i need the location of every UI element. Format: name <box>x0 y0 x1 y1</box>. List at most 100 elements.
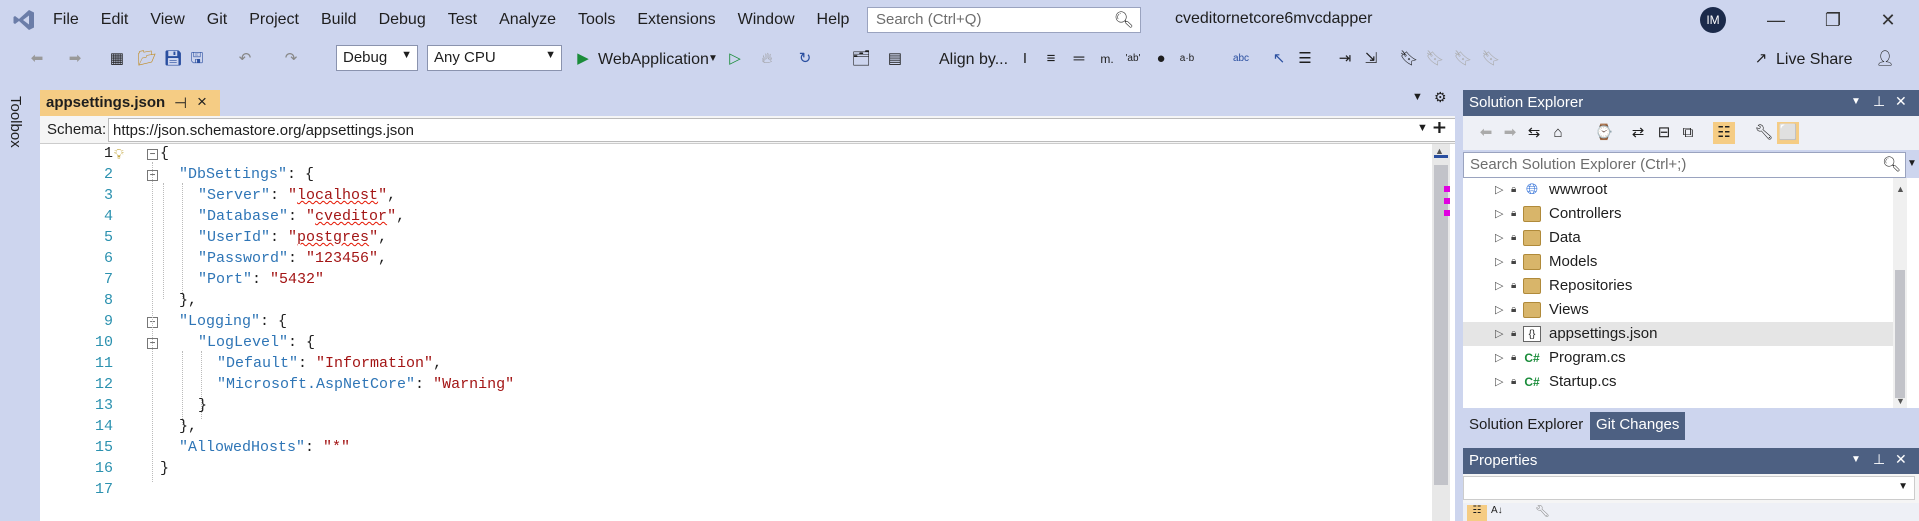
start-without-debug-icon[interactable]: ▷ <box>724 48 746 70</box>
breakpoint-icon[interactable]: ● <box>1150 48 1172 70</box>
tree-item-selected[interactable]: ▷ 🔒︎ {} appsettings.json <box>1463 322 1893 346</box>
tree-item[interactable]: ▷ 🔒︎ Views <box>1463 298 1893 322</box>
tree-scroll-thumb[interactable] <box>1895 270 1905 398</box>
pin-icon[interactable]: ⊥ <box>1873 451 1885 468</box>
expand-icon[interactable]: ▷ <box>1495 178 1503 202</box>
forward-icon[interactable]: ➡ <box>64 48 86 70</box>
menu-tools[interactable]: Tools <box>567 11 626 29</box>
undo-icon[interactable]: ↶ <box>234 48 256 70</box>
show-all-files-icon[interactable]: ⧉ <box>1677 122 1699 144</box>
string-icon[interactable]: 'ab' <box>1122 48 1144 70</box>
live-share-icon[interactable]: ↗ <box>1750 48 1772 70</box>
close-icon[interactable]: ✕ <box>1895 451 1907 468</box>
align-icon[interactable]: ≡ <box>1040 48 1062 70</box>
history-icon[interactable]: ⌚ <box>1593 122 1615 144</box>
tree-item[interactable]: ▷ 🔒︎ C# Program.cs <box>1463 346 1893 370</box>
lightbulb-icon[interactable]: 💡︎ <box>114 146 124 163</box>
categorized-icon[interactable]: ☷ <box>1467 505 1487 521</box>
collapse-all-icon[interactable]: ⊟ <box>1653 122 1675 144</box>
expand-icon[interactable]: ▷ <box>1495 370 1503 394</box>
chevron-down-icon[interactable]: ▼ <box>1907 158 1917 169</box>
pin-icon[interactable]: ⊥ <box>1873 93 1885 110</box>
select-icon[interactable]: ↖ <box>1268 48 1290 70</box>
tree-item[interactable]: ▷ 🔒︎ Repositories <box>1463 274 1893 298</box>
menu-extensions[interactable]: Extensions <box>626 11 726 29</box>
tab-list-icon[interactable]: ▼ <box>1412 91 1423 103</box>
layout-icon[interactable]: ▤ <box>884 48 906 70</box>
configuration-select[interactable]: Debug ▼ <box>336 45 418 71</box>
tree-item[interactable]: ▷ 🔒︎ Data <box>1463 226 1893 250</box>
menu-debug[interactable]: Debug <box>368 11 437 29</box>
save-all-icon[interactable]: 🖫︎ <box>186 48 208 70</box>
align-by-button[interactable]: Align by... <box>939 49 1008 71</box>
restore-icon[interactable]: ❐ <box>1813 6 1853 34</box>
bookmark-prev-icon[interactable]: 🔖︎ <box>1424 48 1446 70</box>
feedback-icon[interactable]: 👤︎ <box>1874 48 1896 70</box>
avatar[interactable]: IM <box>1700 7 1726 33</box>
solution-explorer-search[interactable]: Search Solution Explorer (Ctrl+;) 🔍︎ <box>1463 152 1906 178</box>
tree-item[interactable]: ▷ 🔒︎ C# Startup.cs <box>1463 370 1893 394</box>
word-icon[interactable]: a·b <box>1176 48 1198 70</box>
chevron-down-icon[interactable]: ▼ <box>702 48 724 70</box>
tree-item[interactable]: ▷ 🔒︎ 🌐︎ wwwroot <box>1463 178 1893 202</box>
menu-test[interactable]: Test <box>437 11 488 29</box>
filter-icon[interactable]: ☷ <box>1713 122 1735 144</box>
expand-icon[interactable]: ▷ <box>1495 298 1503 322</box>
properties-icon[interactable]: ☰ <box>1294 48 1316 70</box>
bookmark-next-icon[interactable]: 🔖︎ <box>1452 48 1474 70</box>
menu-git[interactable]: Git <box>196 11 238 29</box>
hot-reload-icon[interactable]: 🔥︎ <box>756 48 778 70</box>
properties-object-select[interactable]: ▼ <box>1463 476 1915 500</box>
chevron-down-icon[interactable]: ▼ <box>1417 122 1428 134</box>
settings-gear-icon[interactable]: ⚙ <box>1434 89 1447 106</box>
fold-toggle-icon[interactable]: − <box>147 149 158 160</box>
refresh-icon[interactable]: ↻ <box>794 48 816 70</box>
close-icon[interactable]: ✕ <box>1895 93 1907 110</box>
new-project-icon[interactable]: ▦ <box>106 48 128 70</box>
pin-icon[interactable]: ⊣ <box>174 94 187 112</box>
platform-select[interactable]: Any CPU ▼ <box>427 45 562 71</box>
search-input[interactable]: Search (Ctrl+Q) 🔍︎ <box>867 7 1141 33</box>
match-icon[interactable]: m. <box>1096 48 1118 70</box>
expand-icon[interactable]: ▷ <box>1495 346 1503 370</box>
expand-icon[interactable]: ▷ <box>1495 202 1503 226</box>
menu-edit[interactable]: Edit <box>90 11 140 29</box>
menu-window[interactable]: Window <box>727 11 806 29</box>
property-pages-icon[interactable]: 🔧︎ <box>1535 504 1550 518</box>
split-editor-icon[interactable]: ➕︎ <box>1433 118 1446 138</box>
properties-wrench-icon[interactable]: 🔧︎ <box>1753 122 1775 144</box>
menu-build[interactable]: Build <box>310 11 368 29</box>
menu-file[interactable]: File <box>42 11 90 29</box>
comment-icon[interactable]: ⇲ <box>1360 48 1382 70</box>
switch-views-icon[interactable]: ⇆ <box>1523 122 1545 144</box>
menu-help[interactable]: Help <box>806 11 861 29</box>
minimize-icon[interactable]: — <box>1756 6 1796 34</box>
save-icon[interactable]: 💾︎ <box>162 48 184 70</box>
expand-icon[interactable]: ▷ <box>1495 250 1503 274</box>
indent-icon[interactable]: ⇥ <box>1334 48 1356 70</box>
spellcheck-icon[interactable]: abc <box>1230 48 1252 70</box>
tab-git-changes[interactable]: Git Changes <box>1590 412 1686 440</box>
scroll-up-icon[interactable]: ▲ <box>1896 184 1905 194</box>
tab-solution-explorer[interactable]: Solution Explorer <box>1463 412 1589 440</box>
vs-logo-icon[interactable] <box>12 8 36 32</box>
back-icon[interactable]: ⬅ <box>26 48 48 70</box>
schema-select[interactable]: https://json.schemastore.org/appsettings… <box>108 118 1458 142</box>
expand-icon[interactable]: ▷ <box>1495 274 1503 298</box>
close-window-icon[interactable]: ✕ <box>1868 6 1908 34</box>
menu-analyze[interactable]: Analyze <box>488 11 567 29</box>
forward-icon[interactable]: ➡ <box>1499 122 1521 144</box>
preview-icon[interactable]: ⬜ <box>1777 122 1799 144</box>
menu-project[interactable]: Project <box>238 11 310 29</box>
expand-icon[interactable]: ▷ <box>1495 322 1503 346</box>
close-tab-icon[interactable]: × <box>197 92 207 112</box>
scroll-down-icon[interactable]: ▼ <box>1896 396 1905 406</box>
expand-icon[interactable]: ▷ <box>1495 226 1503 250</box>
bookmark-icon[interactable]: 🔖︎ <box>1398 48 1420 70</box>
alphabetical-icon[interactable]: A↓ <box>1491 505 1503 516</box>
start-debug-icon[interactable]: ▶ <box>572 48 594 70</box>
tree-item[interactable]: ▷ 🔒︎ Controllers <box>1463 202 1893 226</box>
open-folder-icon[interactable]: 📂︎ <box>136 48 158 70</box>
tree-item[interactable]: ▷ 🔒︎ Models <box>1463 250 1893 274</box>
text-cursor-icon[interactable]: I <box>1014 48 1036 70</box>
